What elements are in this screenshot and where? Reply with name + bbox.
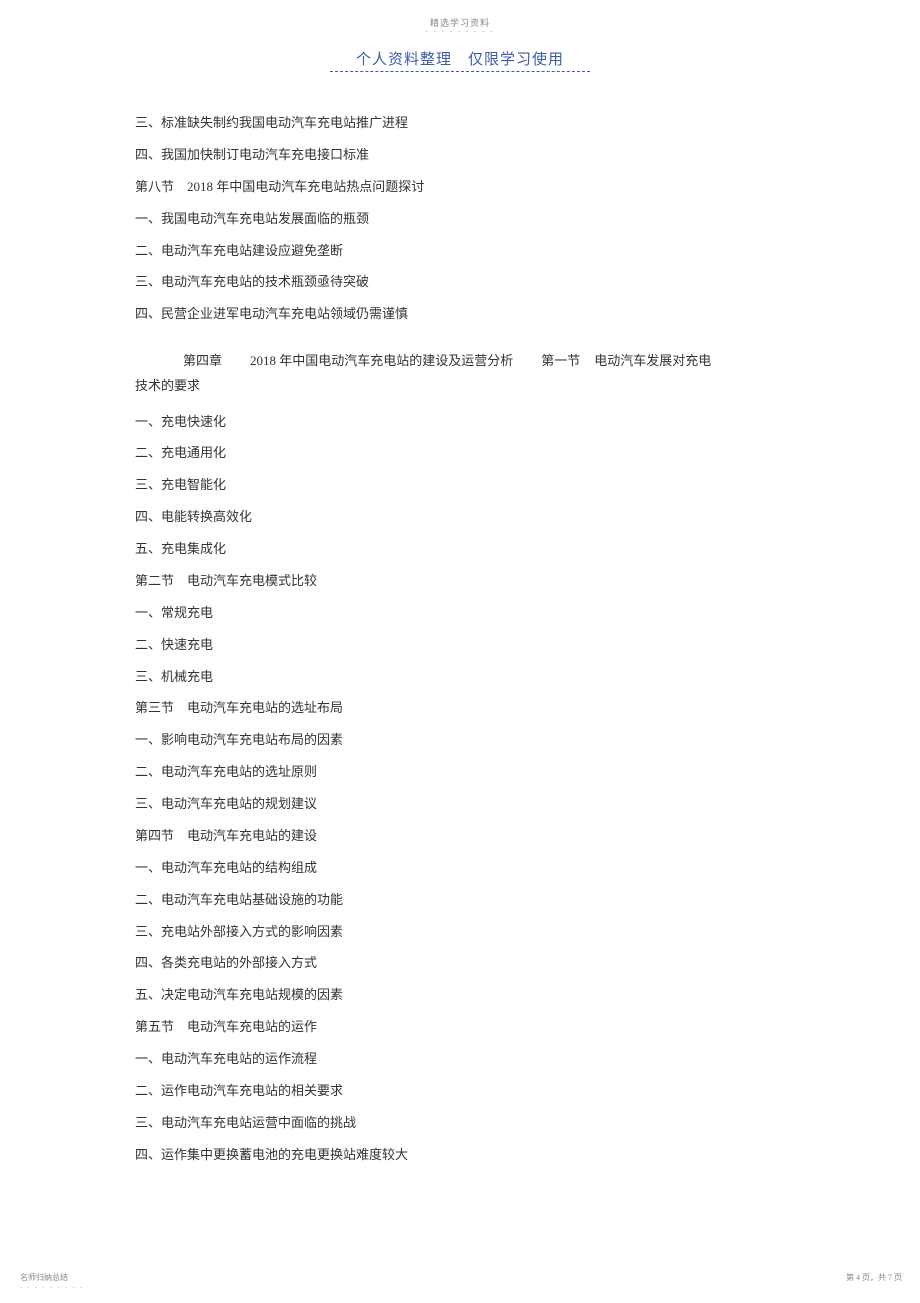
toc-line: 五、充电集成化 <box>135 540 775 558</box>
chapter-heading-row: 第四章2018 年中国电动汽车充电站的建设及运营分析第一节电动汽车发展对充电 技… <box>183 349 775 398</box>
toc-line: 第四节 电动汽车充电站的建设 <box>135 827 775 845</box>
toc-line: 四、运作集中更换蓄电池的充电更换站难度较大 <box>135 1146 775 1164</box>
toc-line: 一、充电快速化 <box>135 413 775 431</box>
toc-line: 第三节 电动汽车充电站的选址布局 <box>135 699 775 717</box>
chapter-label: 第四章 <box>183 353 222 368</box>
toc-line: 三、充电智能化 <box>135 476 775 494</box>
section-title-part2: 技术的要求 <box>135 374 775 399</box>
toc-line: 三、电动汽车充电站运营中面临的挑战 <box>135 1114 775 1132</box>
toc-line: 一、影响电动汽车充电站布局的因素 <box>135 731 775 749</box>
toc-line: 第五节 电动汽车充电站的运作 <box>135 1018 775 1036</box>
document-body: 三、标准缺失制约我国电动汽车充电站推广进程 四、我国加快制订电动汽车充电接口标准… <box>135 114 775 1178</box>
section-label: 第一节 <box>541 353 580 368</box>
toc-line: 三、电动汽车充电站的技术瓶颈亟待突破 <box>135 273 775 291</box>
toc-line: 四、我国加快制订电动汽车充电接口标准 <box>135 146 775 164</box>
toc-line: 第八节 2018 年中国电动汽车充电站热点问题探讨 <box>135 178 775 196</box>
chapter-title: 2018 年中国电动汽车充电站的建设及运营分析 <box>250 353 513 368</box>
top-watermark-dashes: - - - - - - - - - <box>426 27 495 35</box>
toc-line: 二、快速充电 <box>135 636 775 654</box>
toc-line: 一、电动汽车充电站的运作流程 <box>135 1050 775 1068</box>
section-title-part1: 电动汽车发展对充电 <box>594 353 711 368</box>
toc-line: 三、机械充电 <box>135 668 775 686</box>
toc-line: 二、运作电动汽车充电站的相关要求 <box>135 1082 775 1100</box>
toc-line: 二、电动汽车充电站基础设施的功能 <box>135 891 775 909</box>
toc-line: 二、电动汽车充电站建设应避免垄断 <box>135 242 775 260</box>
toc-line: 第二节 电动汽车充电模式比较 <box>135 572 775 590</box>
footer-left-label: 名师归纳总结 <box>20 1272 68 1283</box>
toc-line: 一、电动汽车充电站的结构组成 <box>135 859 775 877</box>
page-header-title: 个人资料整理 仅限学习使用 <box>330 48 590 72</box>
toc-line: 五、决定电动汽车充电站规模的因素 <box>135 986 775 1004</box>
toc-line: 四、各类充电站的外部接入方式 <box>135 954 775 972</box>
toc-line: 一、我国电动汽车充电站发展面临的瓶颈 <box>135 210 775 228</box>
toc-line: 三、标准缺失制约我国电动汽车充电站推广进程 <box>135 114 775 132</box>
footer-page-number: 第 4 页，共 7 页 <box>846 1272 902 1283</box>
footer-left-dashes: - - - - - - - - - <box>20 1285 84 1291</box>
toc-line: 二、充电通用化 <box>135 444 775 462</box>
toc-line: 三、电动汽车充电站的规划建议 <box>135 795 775 813</box>
toc-line: 四、电能转换高效化 <box>135 508 775 526</box>
toc-line: 一、常规充电 <box>135 604 775 622</box>
toc-line: 四、民营企业进军电动汽车充电站领域仍需谨慎 <box>135 305 775 323</box>
toc-line: 二、电动汽车充电站的选址原则 <box>135 763 775 781</box>
toc-line: 三、充电站外部接入方式的影响因素 <box>135 923 775 941</box>
